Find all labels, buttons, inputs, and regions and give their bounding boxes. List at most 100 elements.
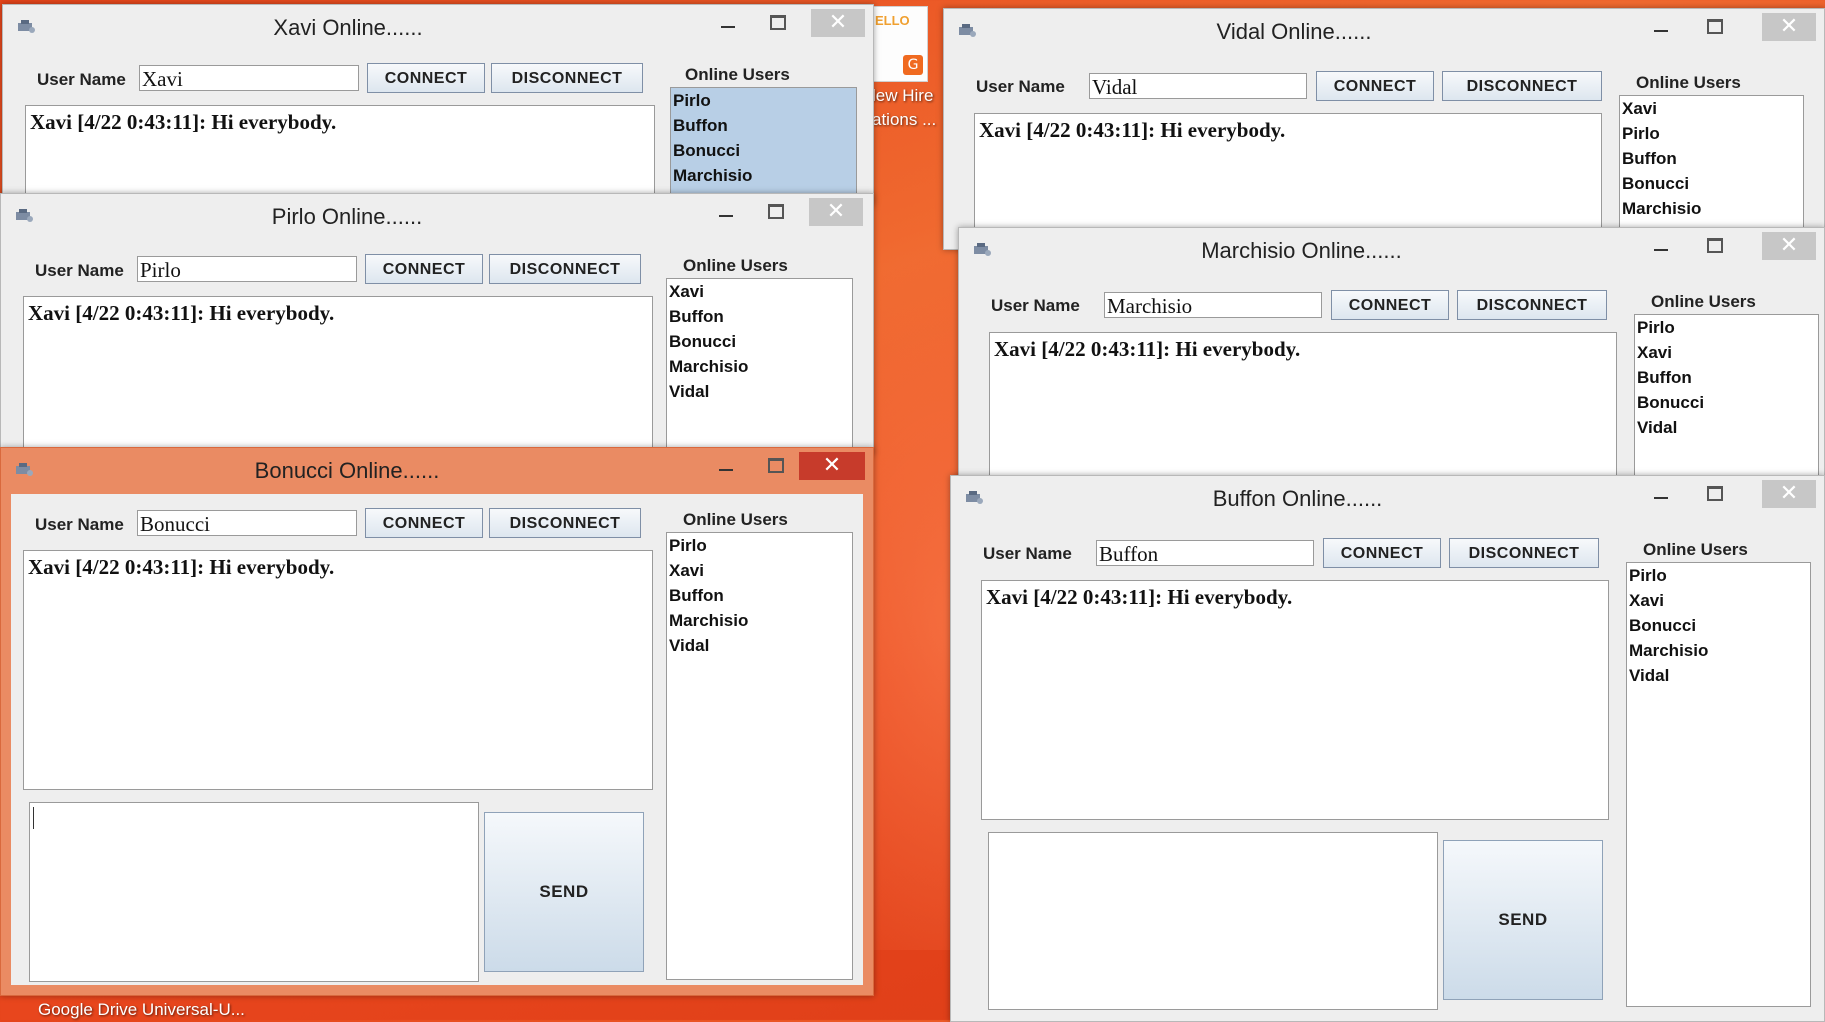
connect-button[interactable]: CONNECT — [367, 63, 485, 93]
chat-message: Xavi [4/22 0:43:11]: Hi everybody. — [28, 555, 335, 579]
desktop-file-icon[interactable]: ELLO G — [872, 6, 928, 82]
list-item[interactable]: Xavi — [1627, 588, 1810, 613]
list-item[interactable]: Marchisio — [667, 354, 852, 379]
list-item[interactable]: Bonucci — [671, 138, 856, 163]
connect-button[interactable]: CONNECT — [365, 254, 483, 284]
minimize-icon[interactable] — [1640, 480, 1680, 508]
maximize-icon[interactable] — [1694, 13, 1734, 41]
title-bar[interactable]: Marchisio Online...... ✕ — [959, 228, 1824, 274]
list-item[interactable]: Marchisio — [667, 608, 852, 633]
user-name-input[interactable]: Bonucci — [137, 510, 357, 536]
maximize-icon[interactable] — [755, 198, 795, 226]
maximize-icon[interactable] — [1694, 480, 1734, 508]
list-item[interactable]: Vidal — [667, 379, 852, 404]
desktop-file-icon-text: ELLO — [875, 13, 910, 28]
window-content: User Name Marchisio CONNECT DISCONNECT O… — [969, 274, 1819, 488]
maximize-icon[interactable] — [1694, 232, 1734, 260]
send-button[interactable]: SEND — [484, 812, 644, 972]
chat-history[interactable]: Xavi [4/22 0:43:11]: Hi everybody. — [23, 296, 653, 454]
chat-window-pirlo: Pirlo Online...... ✕ User Name Pirlo CON… — [0, 193, 874, 455]
list-item[interactable]: Xavi — [667, 558, 852, 583]
connect-button[interactable]: CONNECT — [1331, 290, 1449, 320]
title-bar[interactable]: Pirlo Online...... ✕ — [1, 194, 873, 240]
list-item[interactable]: Xavi — [1620, 96, 1803, 121]
online-users-list[interactable]: Pirlo Xavi Buffon Bonucci Vidal — [1634, 314, 1819, 488]
chat-history[interactable]: Xavi [4/22 0:43:11]: Hi everybody. — [989, 332, 1617, 488]
minimize-icon[interactable] — [705, 198, 745, 226]
list-item[interactable]: Buffon — [671, 113, 856, 138]
user-name-label: User Name — [976, 77, 1065, 96]
minimize-icon[interactable] — [707, 9, 747, 37]
title-bar[interactable]: Buffon Online...... ✕ — [951, 476, 1824, 522]
chat-history[interactable]: Xavi [4/22 0:43:11]: Hi everybody. — [23, 550, 653, 790]
close-icon[interactable]: ✕ — [799, 452, 865, 480]
online-users-label: Online Users — [1651, 292, 1756, 311]
close-icon[interactable]: ✕ — [811, 9, 865, 37]
chat-window-vidal: Vidal Online...... ✕ User Name Vidal CON… — [943, 8, 1825, 250]
list-item[interactable]: Vidal — [1635, 415, 1818, 440]
user-name-input[interactable]: Marchisio — [1104, 292, 1322, 318]
disconnect-button[interactable]: DISCONNECT — [489, 508, 641, 538]
chat-message: Xavi [4/22 0:43:11]: Hi everybody. — [979, 118, 1286, 142]
chat-message: Xavi [4/22 0:43:11]: Hi everybody. — [28, 301, 335, 325]
window-content: User Name Vidal CONNECT DISCONNECT Onlin… — [954, 55, 1814, 249]
message-input[interactable] — [29, 802, 479, 982]
connect-button[interactable]: CONNECT — [365, 508, 483, 538]
list-item[interactable]: Marchisio — [671, 163, 856, 188]
online-users-list[interactable]: Pirlo Xavi Buffon Marchisio Vidal — [666, 532, 853, 980]
close-icon[interactable]: ✕ — [809, 198, 863, 226]
list-item[interactable]: Pirlo — [1620, 121, 1803, 146]
list-item[interactable]: Buffon — [1620, 146, 1803, 171]
user-name-input[interactable]: Xavi — [139, 65, 359, 91]
disconnect-button[interactable]: DISCONNECT — [489, 254, 641, 284]
message-input[interactable] — [988, 832, 1438, 1010]
minimize-icon[interactable] — [1640, 13, 1680, 41]
user-name-input[interactable]: Buffon — [1096, 540, 1314, 566]
list-item[interactable]: Buffon — [667, 304, 852, 329]
list-item[interactable]: Bonucci — [1620, 171, 1803, 196]
user-name-input[interactable]: Pirlo — [137, 256, 357, 282]
list-item[interactable]: Vidal — [1627, 663, 1810, 688]
chat-message: Xavi [4/22 0:43:11]: Hi everybody. — [30, 110, 337, 134]
list-item[interactable]: Pirlo — [1635, 315, 1818, 340]
connect-button[interactable]: CONNECT — [1323, 538, 1441, 568]
list-item[interactable]: Xavi — [667, 279, 852, 304]
online-users-list[interactable]: Xavi Buffon Bonucci Marchisio Vidal — [666, 278, 853, 454]
list-item[interactable]: Bonucci — [667, 329, 852, 354]
list-item[interactable]: Pirlo — [667, 533, 852, 558]
send-button[interactable]: SEND — [1443, 840, 1603, 1000]
close-icon[interactable]: ✕ — [1762, 480, 1816, 508]
disconnect-button[interactable]: DISCONNECT — [1457, 290, 1607, 320]
list-item[interactable]: Xavi — [1635, 340, 1818, 365]
list-item[interactable]: Buffon — [1635, 365, 1818, 390]
title-bar[interactable]: Xavi Online...... ✕ — [3, 5, 873, 51]
chat-window-bonucci: Bonucci Online...... ✕ User Name Bonucci… — [0, 447, 874, 996]
maximize-icon[interactable] — [755, 452, 795, 480]
minimize-icon[interactable] — [1640, 232, 1680, 260]
online-users-label: Online Users — [685, 65, 790, 84]
chat-history[interactable]: Xavi [4/22 0:43:11]: Hi everybody. — [25, 105, 655, 205]
disconnect-button[interactable]: DISCONNECT — [491, 63, 643, 93]
disconnect-button[interactable]: DISCONNECT — [1442, 71, 1602, 101]
window-content: User Name Xavi CONNECT DISCONNECT Online… — [13, 51, 863, 205]
online-users-list[interactable]: Pirlo Buffon Bonucci Marchisio Vidal — [670, 87, 857, 205]
close-icon[interactable]: ✕ — [1762, 232, 1816, 260]
disconnect-button[interactable]: DISCONNECT — [1449, 538, 1599, 568]
list-item[interactable]: Bonucci — [1627, 613, 1810, 638]
maximize-icon[interactable] — [757, 9, 797, 37]
list-item[interactable]: Pirlo — [671, 88, 856, 113]
title-bar[interactable]: Bonucci Online...... ✕ — [1, 448, 873, 494]
list-item[interactable]: Buffon — [667, 583, 852, 608]
chat-history[interactable]: Xavi [4/22 0:43:11]: Hi everybody. — [981, 580, 1609, 820]
user-name-input[interactable]: Vidal — [1089, 73, 1307, 99]
list-item[interactable]: Pirlo — [1627, 563, 1810, 588]
minimize-icon[interactable] — [705, 452, 745, 480]
title-bar[interactable]: Vidal Online...... ✕ — [944, 9, 1824, 55]
connect-button[interactable]: CONNECT — [1316, 71, 1434, 101]
close-icon[interactable]: ✕ — [1762, 13, 1816, 41]
online-users-list[interactable]: Pirlo Xavi Bonucci Marchisio Vidal — [1626, 562, 1811, 1007]
list-item[interactable]: Marchisio — [1627, 638, 1810, 663]
list-item[interactable]: Bonucci — [1635, 390, 1818, 415]
list-item[interactable]: Vidal — [667, 633, 852, 658]
list-item[interactable]: Marchisio — [1620, 196, 1803, 221]
